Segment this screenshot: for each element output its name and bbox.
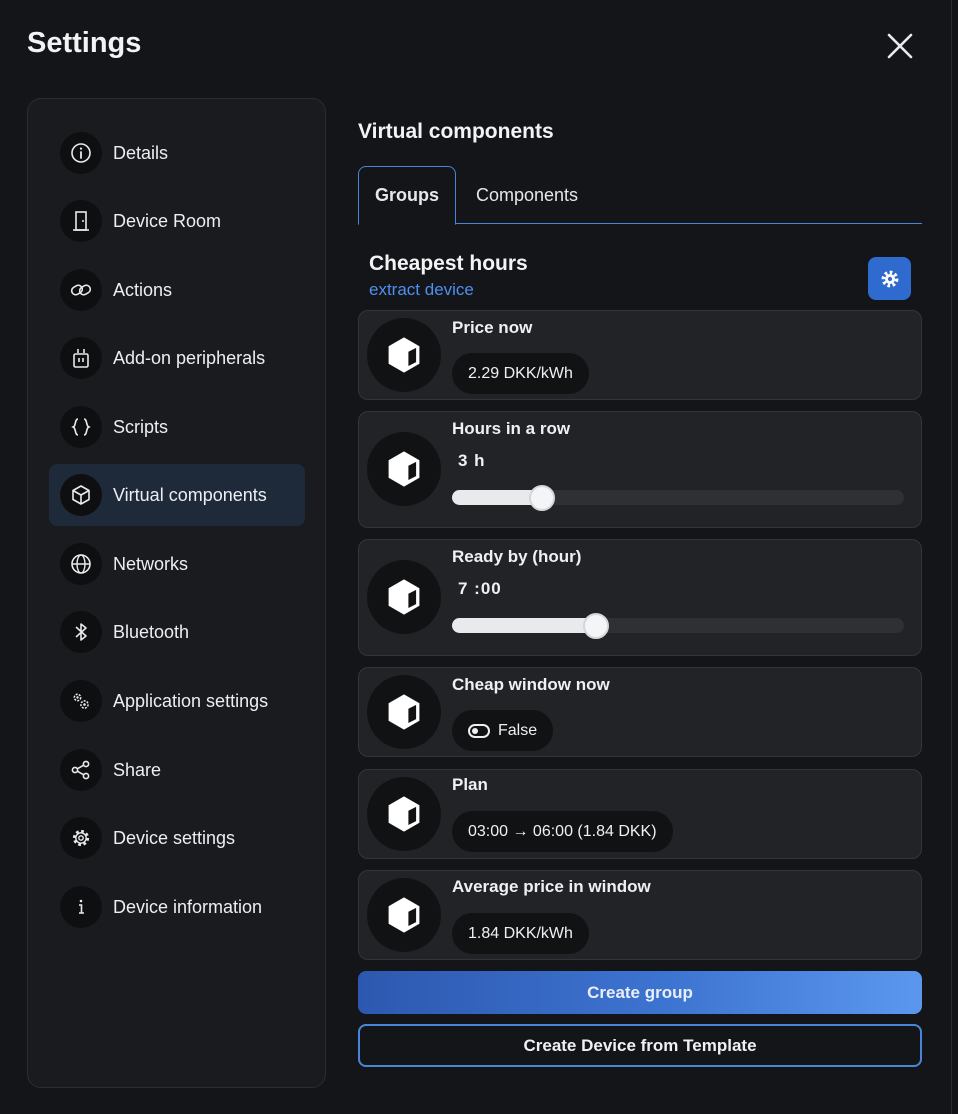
cube-icon bbox=[367, 432, 441, 506]
sidebar-item-scripts[interactable]: Scripts bbox=[49, 396, 305, 458]
create-group-button[interactable]: Create group bbox=[358, 971, 922, 1014]
cheap-window-toggle[interactable]: False bbox=[452, 710, 554, 751]
component-value: 03:00 → 06:00 (1.84 DKK) bbox=[452, 811, 673, 852]
component-title: Ready by (hour) bbox=[452, 547, 582, 566]
tab-components[interactable]: Components bbox=[456, 166, 598, 225]
component-card: Price now 2.29 DKK/kWh bbox=[358, 310, 922, 400]
toggle-icon bbox=[468, 723, 490, 738]
sidebar-item-device-information[interactable]: Device information bbox=[49, 876, 305, 938]
component-card: Plan 03:00 → 06:00 (1.84 DKK) bbox=[358, 769, 922, 859]
sidebar-item-actions[interactable]: Actions bbox=[49, 259, 305, 321]
cube-icon bbox=[60, 474, 102, 516]
component-title: Cheap window now bbox=[452, 675, 610, 694]
component-title: Plan bbox=[452, 775, 488, 794]
cube-icon bbox=[367, 777, 441, 851]
tab-bar: Groups Components bbox=[358, 166, 922, 225]
sidebar-item-label: Scripts bbox=[113, 416, 169, 437]
info-icon bbox=[60, 886, 102, 928]
sidebar-item-device-room[interactable]: Device Room bbox=[49, 190, 305, 252]
slider-thumb[interactable] bbox=[582, 613, 609, 639]
sidebar-item-label: Application settings bbox=[113, 690, 269, 711]
page-title: Settings bbox=[27, 27, 142, 59]
globe-icon bbox=[60, 543, 102, 585]
slider-value: 7 :00 bbox=[458, 579, 502, 598]
create-from-template-button[interactable]: Create Device from Template bbox=[358, 1024, 922, 1067]
close-icon[interactable] bbox=[884, 30, 916, 62]
info-circle-icon bbox=[60, 132, 102, 174]
component-title: Hours in a row bbox=[452, 419, 571, 438]
component-card: Hours in a row 3 h bbox=[358, 411, 922, 528]
hours-slider[interactable] bbox=[452, 485, 904, 511]
ready-by-slider[interactable] bbox=[452, 613, 904, 639]
share-icon bbox=[60, 749, 102, 791]
sidebar-item-label: Share bbox=[113, 759, 162, 780]
sidebar-item-networks[interactable]: Networks bbox=[49, 533, 305, 595]
sidebar-item-label: Add-on peripherals bbox=[113, 347, 266, 368]
component-card: Ready by (hour) 7 :00 bbox=[358, 539, 922, 656]
slider-value: 3 h bbox=[458, 451, 486, 470]
section-title: Virtual components bbox=[358, 120, 554, 143]
door-icon bbox=[60, 200, 102, 242]
component-title: Average price in window bbox=[452, 877, 651, 896]
sidebar-item-label: Networks bbox=[113, 553, 189, 574]
sidebar: Details Device Room Actions Add-on perip… bbox=[27, 98, 326, 1088]
component-card: Average price in window 1.84 DKK/kWh bbox=[358, 870, 922, 960]
slider-thumb[interactable] bbox=[529, 485, 556, 511]
group-title: Cheapest hours bbox=[369, 252, 528, 275]
bluetooth-icon bbox=[60, 611, 102, 653]
gears-icon bbox=[60, 680, 102, 722]
sidebar-item-label: Details bbox=[113, 142, 169, 163]
component-title: Price now bbox=[452, 318, 533, 337]
cube-icon bbox=[367, 878, 441, 952]
gear-icon bbox=[881, 270, 898, 287]
sidebar-item-label: Bluetooth bbox=[113, 621, 190, 642]
tab-groups[interactable]: Groups bbox=[358, 166, 456, 225]
sidebar-item-label: Device Room bbox=[113, 210, 222, 231]
braces-icon bbox=[60, 406, 102, 448]
sidebar-item-label: Device information bbox=[113, 896, 263, 917]
sidebar-item-label: Virtual components bbox=[113, 484, 267, 505]
group-settings-button[interactable] bbox=[868, 257, 911, 300]
sidebar-item-add-on-peripherals[interactable]: Add-on peripherals bbox=[49, 327, 305, 389]
cube-icon bbox=[367, 560, 441, 634]
slider-fill bbox=[452, 618, 596, 633]
gear-icon bbox=[60, 817, 102, 859]
component-value: 1.84 DKK/kWh bbox=[452, 913, 589, 954]
sidebar-item-device-settings[interactable]: Device settings bbox=[49, 807, 305, 869]
toggle-value: False bbox=[498, 721, 538, 739]
settings-modal: Settings Details Device Room Actions Add… bbox=[0, 0, 952, 1114]
sidebar-item-virtual-components[interactable]: Virtual components bbox=[49, 464, 305, 526]
peripheral-icon bbox=[60, 337, 102, 379]
component-card: Cheap window now False bbox=[358, 667, 922, 757]
sidebar-item-bluetooth[interactable]: Bluetooth bbox=[49, 601, 305, 663]
component-value: 2.29 DKK/kWh bbox=[452, 353, 589, 394]
sidebar-item-share[interactable]: Share bbox=[49, 739, 305, 801]
cube-icon bbox=[367, 318, 441, 392]
sidebar-item-label: Actions bbox=[113, 279, 173, 300]
sidebar-item-label: Device settings bbox=[113, 827, 236, 848]
group-device-link[interactable]: extract device bbox=[369, 280, 474, 300]
link-icon bbox=[60, 269, 102, 311]
sidebar-item-application-settings[interactable]: Application settings bbox=[49, 670, 305, 732]
cube-icon bbox=[367, 675, 441, 749]
sidebar-item-details[interactable]: Details bbox=[49, 122, 305, 184]
